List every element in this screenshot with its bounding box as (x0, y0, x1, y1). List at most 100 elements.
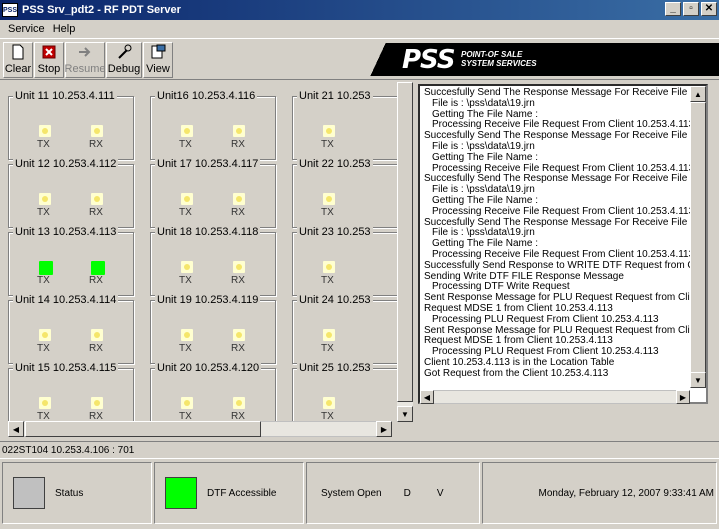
rx-label: RX (89, 275, 103, 286)
log-line: Sent Response Message for PLU Request Re… (424, 292, 708, 304)
unit-group: Unit 14 10.253.4.114 TX RX (8, 294, 134, 364)
connection-status-line: 022ST104 10.253.4.106 : 701 (0, 441, 719, 459)
vscroll-thumb[interactable] (397, 82, 413, 402)
log-line: Processing DTF Write Request (432, 281, 570, 293)
rx-indicator (233, 261, 245, 273)
tx-label: TX (37, 275, 50, 286)
tx-indicator (323, 193, 335, 205)
debug-button[interactable]: Debug (106, 42, 142, 78)
tx-indicator (323, 125, 335, 137)
log-scroll-up-button[interactable]: ▲ (690, 86, 706, 102)
tx-label: TX (179, 139, 192, 150)
log-line: Succesfully Send The Response Message Fo… (424, 87, 708, 98)
toolbar: Clear Stop Resume Debug View PSS POINT-O… (0, 38, 719, 80)
log-line: Succesfully Send The Response Message Fo… (424, 130, 708, 142)
log-line: Request MDSE 1 from Client 10.253.4.113 (424, 303, 613, 314)
tx-label: TX (321, 343, 334, 354)
clear-button[interactable]: Clear (3, 42, 33, 78)
rx-indicator (91, 329, 103, 341)
datetime: Monday, February 12, 2007 9:33:41 AM (538, 487, 714, 499)
unit-label: Unit 22 10.253 (297, 158, 373, 170)
document-icon (9, 43, 27, 61)
close-button[interactable]: ✕ (701, 2, 717, 16)
view-button[interactable]: View (143, 42, 173, 78)
resume-button[interactable]: Resume (65, 42, 105, 78)
unit-label: Unit 14 10.253.4.114 (13, 294, 119, 306)
unit-label: Unit16 10.253.4.116 (155, 90, 258, 102)
unit-label: Unit 17 10.253.4.117 (155, 158, 261, 170)
rx-indicator (233, 329, 245, 341)
log-horizontal-scrollbar[interactable]: ◀ ▶ (420, 390, 690, 404)
tx-label: TX (179, 275, 192, 286)
units-vertical-scrollbar[interactable]: ▼ (397, 82, 413, 422)
rx-label: RX (231, 139, 245, 150)
unit-group: Unit 20 10.253.4.120 TX RX (150, 362, 276, 422)
stop-button[interactable]: Stop (34, 42, 64, 78)
menu-bar: Service Help (0, 20, 719, 38)
unit-label: Unit 25 10.253 (297, 362, 373, 374)
debug-icon (115, 43, 133, 61)
hscroll-left-button[interactable]: ◀ (8, 421, 24, 437)
tx-indicator (181, 125, 193, 137)
resume-label: Resume (64, 63, 106, 75)
unit-group: Unit 12 10.253.4.112 TX RX (8, 158, 134, 228)
menu-service[interactable]: Service (4, 23, 49, 35)
tx-label: TX (321, 207, 334, 218)
log-vscroll-thumb[interactable] (690, 102, 706, 380)
clear-label: Clear (4, 63, 32, 75)
log-scroll-right-button[interactable]: ▶ (676, 390, 690, 404)
log-line: File is : \pss\data\19.jrn (432, 184, 535, 196)
log-scroll-left-button[interactable]: ◀ (420, 390, 434, 404)
status-pane: Status (2, 462, 152, 524)
log-line: Processing Receive File Request From Cli… (432, 162, 695, 174)
unit-label: Unit 20 10.253.4.120 (155, 362, 262, 374)
log-line: Processing PLU Request From Client 10.25… (432, 346, 659, 358)
log-line: Succesfully Send The Response Message Fo… (424, 173, 708, 185)
resume-icon (76, 43, 94, 61)
status-indicator (13, 477, 45, 509)
tx-indicator (39, 329, 51, 341)
unit-group: Unit 24 10.253 TX (292, 294, 408, 364)
unit-label: Unit 15 10.253.4.115 (13, 362, 119, 374)
log-line: Successfully Send Response to WRITE DTF … (424, 259, 708, 271)
logo-sub-2: SYSTEM SERVICES (461, 59, 537, 68)
hscroll-right-button[interactable]: ▶ (376, 421, 392, 437)
vscroll-down-button[interactable]: ▼ (397, 406, 413, 422)
flag-d: D (403, 487, 411, 499)
log-list[interactable]: Succesfully Send The Response Message Fo… (418, 84, 708, 404)
unit-group: Unit 23 10.253 TX (292, 226, 408, 296)
log-line: Request MDSE 1 from Client 10.253.4.113 (424, 335, 613, 347)
stop-label: Stop (37, 63, 61, 75)
units-horizontal-scrollbar[interactable]: ◀ ▶ (8, 421, 392, 437)
log-line: File is : \pss\data\19.jrn (432, 227, 535, 239)
tx-label: TX (37, 139, 50, 150)
log-line: Processing Receive File Request From Cli… (432, 205, 695, 217)
log-scroll-down-button[interactable]: ▼ (690, 372, 706, 388)
stop-icon (40, 43, 58, 61)
maximize-button[interactable]: ▫ (683, 2, 699, 16)
menu-help[interactable]: Help (49, 23, 80, 35)
tx-label: TX (179, 207, 192, 218)
log-line: Processing Receive File Request From Cli… (432, 249, 695, 260)
rx-indicator (233, 193, 245, 205)
rx-indicator (233, 397, 245, 409)
rx-label: RX (231, 207, 245, 218)
hscroll-thumb[interactable] (25, 421, 261, 437)
tx-indicator (181, 397, 193, 409)
view-label: View (146, 63, 170, 75)
tx-label: TX (321, 275, 334, 286)
window-title: PSS Srv_pdt2 - RF PDT Server (22, 4, 181, 16)
debug-label: Debug (107, 63, 141, 75)
unit-label: Unit 19 10.253.4.119 (155, 294, 261, 306)
rx-indicator (91, 193, 103, 205)
unit-group: Unit 11 10.253.4.111 TX RX (8, 90, 134, 160)
minimize-button[interactable]: _ (665, 2, 681, 16)
log-line: Getting The File Name : (432, 151, 538, 163)
rx-label: RX (231, 343, 245, 354)
unit-group: Unit 18 10.253.4.118 TX RX (150, 226, 276, 296)
tx-indicator (39, 397, 51, 409)
units-panel: Unit 11 10.253.4.111 TX RX Unit16 10.253.4.… (8, 82, 408, 422)
tx-indicator (323, 261, 335, 273)
log-line: Sending Write DTF FILE Response Message (424, 270, 624, 282)
unit-group: Unit 17 10.253.4.117 TX RX (150, 158, 276, 228)
